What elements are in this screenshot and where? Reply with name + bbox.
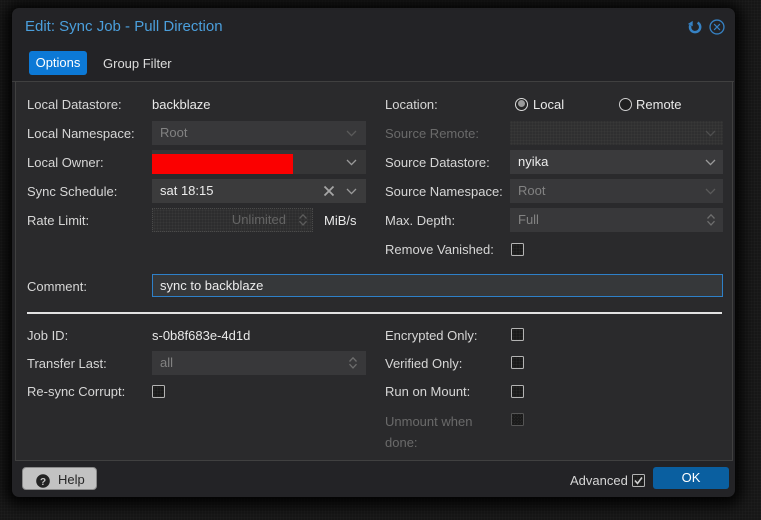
svg-text:?: ? bbox=[40, 477, 46, 488]
